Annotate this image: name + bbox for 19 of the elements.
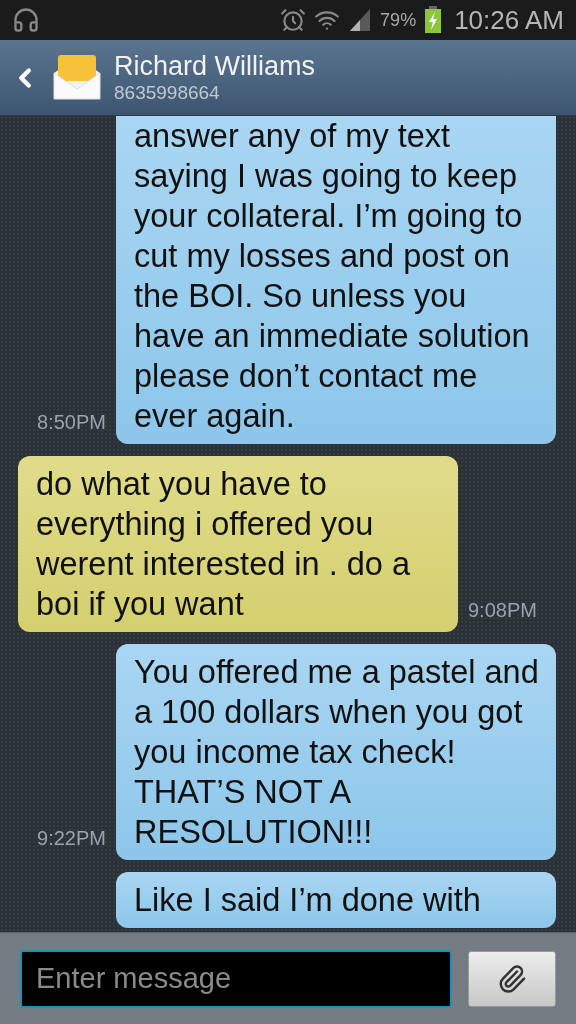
message-time: 8:50PM: [37, 411, 106, 435]
contact-name: Richard Williams: [114, 51, 316, 82]
outgoing-message: You offered me a pastel and a 100 dollars when you got you income tax check! THAT’S NOT A RESOLUTION!!!: [116, 644, 556, 860]
battery-percent: 79%: [380, 9, 417, 31]
clock-time: 10:26 AM: [454, 4, 564, 36]
envelope-icon: [52, 52, 102, 103]
battery-charging-icon: [424, 6, 443, 34]
outgoing-message: Like I said I’m done with: [116, 872, 556, 928]
alarm-icon: [280, 7, 307, 33]
paperclip-icon: [497, 963, 527, 994]
attach-button[interactable]: [468, 950, 556, 1007]
incoming-message: do what you have to everything i offered you werent interested in . do a boi if you want: [18, 456, 458, 632]
contact-number: 8635998664: [114, 82, 221, 104]
headphones-icon: [12, 6, 40, 34]
message-time: 9:08PM: [468, 599, 537, 623]
signal-icon: [348, 7, 373, 33]
message-input[interactable]: Enter message: [20, 949, 452, 1008]
outgoing-message: answer any of my text saying I was going to keep your collateral. I’m going to cut my losses and post on the BOI. So unless you have an immediate solution please don’t contact me ever again.: [116, 116, 556, 444]
message-time: 9:22PM: [37, 827, 106, 851]
